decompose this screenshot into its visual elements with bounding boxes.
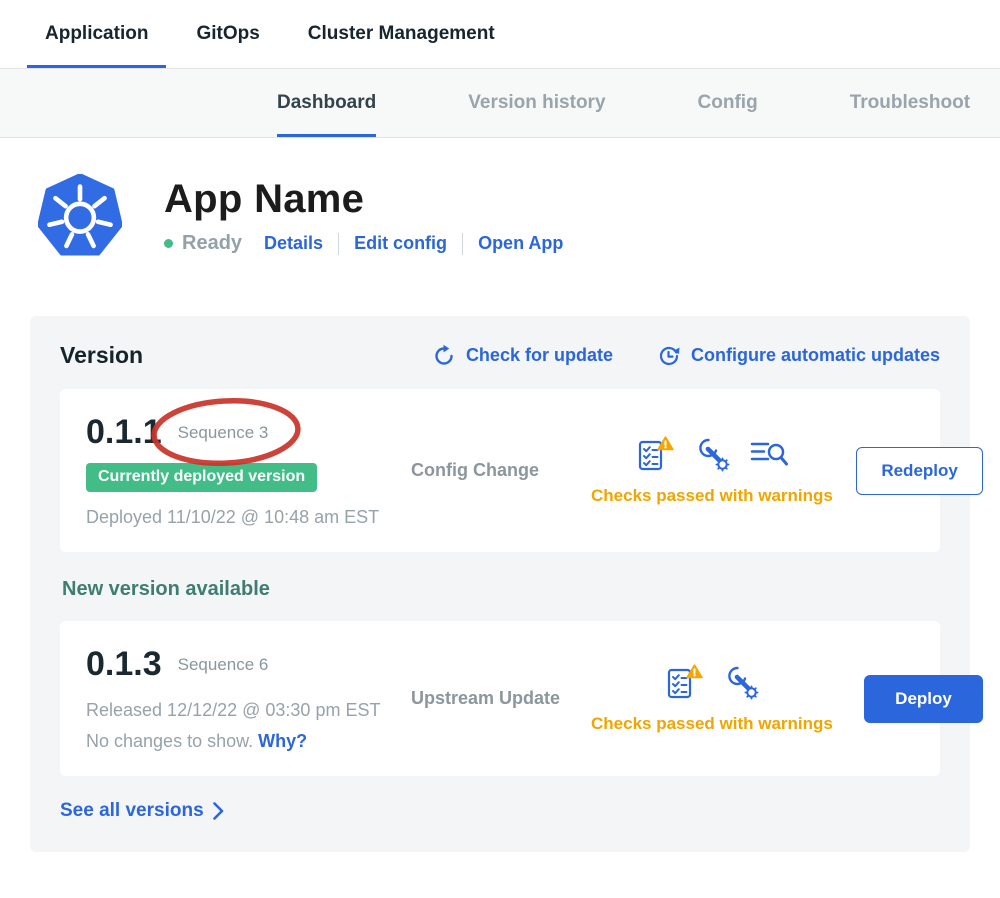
currently-deployed-badge: Currently deployed version (86, 463, 317, 492)
edit-config-link[interactable]: Edit config (354, 233, 447, 254)
check-for-update-label: Check for update (466, 345, 613, 366)
released-timestamp: Released 12/12/22 @ 03:30 pm EST (86, 700, 411, 721)
see-all-versions-link[interactable]: See all versions (60, 800, 224, 822)
open-app-link[interactable]: Open App (478, 233, 563, 254)
refresh-icon (432, 344, 456, 368)
no-changes-text: No changes to show. (86, 731, 253, 751)
available-version-card: 0.1.3 Sequence 6 Released 12/12/22 @ 03:… (60, 621, 940, 776)
current-version-number: 0.1.1 (86, 413, 162, 452)
checks-warning-note: Checks passed with warnings (591, 714, 833, 734)
wrench-gear-icon[interactable] (723, 664, 759, 700)
nav-tab-application[interactable]: Application (27, 0, 166, 68)
check-for-update-button[interactable]: Check for update (432, 344, 613, 368)
configure-automatic-updates-label: Configure automatic updates (691, 345, 940, 366)
divider (338, 233, 339, 255)
redeploy-button[interactable]: Redeploy (856, 447, 983, 495)
primary-nav: Application GitOps Cluster Management (0, 0, 1000, 69)
subnav-tab-troubleshoot[interactable]: Troubleshoot (850, 69, 970, 137)
current-version-sequence: Sequence 3 (178, 423, 269, 443)
new-version-heading: New version available (62, 578, 938, 601)
status-badge: Ready (182, 232, 242, 255)
version-section-title: Version (60, 342, 143, 369)
subnav-tab-version-history[interactable]: Version history (468, 69, 605, 137)
version-panel: Version Check for update Configure autom… (30, 316, 970, 852)
clock-refresh-icon (657, 344, 681, 368)
wrench-gear-icon[interactable] (694, 436, 730, 472)
see-all-versions-label: See all versions (60, 800, 204, 822)
available-version-number: 0.1.3 (86, 645, 162, 684)
deploy-button[interactable]: Deploy (864, 675, 983, 723)
kubernetes-logo (38, 174, 122, 258)
page-title: App Name (164, 177, 563, 222)
deployed-timestamp: Deployed 11/10/22 @ 10:48 am EST (86, 507, 411, 528)
divider (462, 233, 463, 255)
nav-tab-gitops[interactable]: GitOps (178, 0, 277, 68)
status-ready-dot (164, 239, 173, 248)
checks-warning-note: Checks passed with warnings (591, 486, 833, 506)
change-type-label: Config Change (411, 460, 591, 481)
doc-search-icon[interactable] (750, 439, 788, 469)
change-type-label: Upstream Update (411, 688, 591, 709)
subnav-tab-config[interactable]: Config (698, 69, 758, 137)
app-sub-nav: Dashboard Version history Config Trouble… (0, 69, 1000, 138)
available-version-sequence: Sequence 6 (178, 655, 269, 675)
configure-automatic-updates-button[interactable]: Configure automatic updates (657, 344, 940, 368)
details-link[interactable]: Details (264, 233, 323, 254)
checklist-warning-icon[interactable] (665, 663, 703, 701)
app-header: App Name Ready Details Edit config Open … (0, 138, 1000, 258)
nav-tab-cluster-management[interactable]: Cluster Management (290, 0, 513, 68)
chevron-right-icon (213, 802, 224, 820)
current-version-card: 0.1.1 Sequence 3 Currently deployed vers… (60, 389, 940, 552)
checklist-warning-icon[interactable] (636, 435, 674, 473)
subnav-tab-dashboard[interactable]: Dashboard (277, 69, 376, 137)
why-link[interactable]: Why? (258, 731, 307, 751)
